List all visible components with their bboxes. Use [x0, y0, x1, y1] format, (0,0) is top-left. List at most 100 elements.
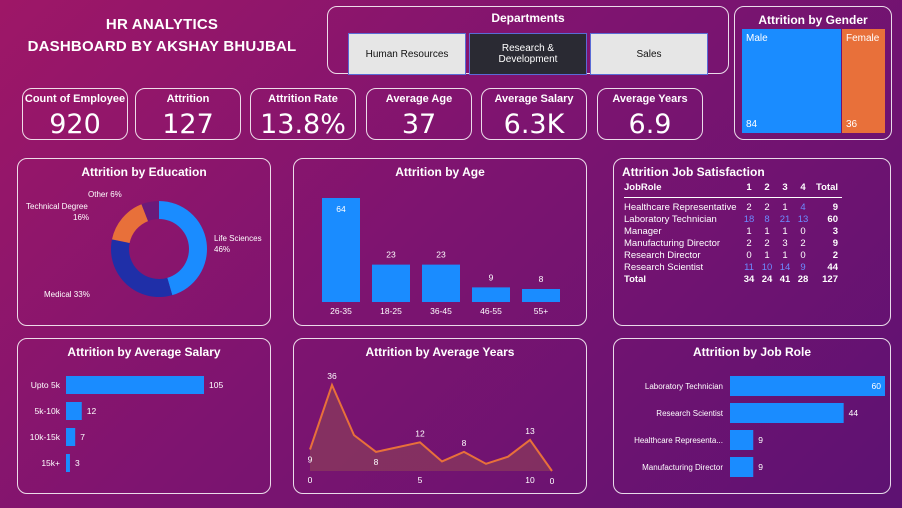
age-bar: [472, 287, 510, 302]
header-3[interactable]: 3: [778, 181, 796, 198]
cell: 0: [800, 250, 806, 261]
header-jobrole[interactable]: JobRole: [624, 181, 742, 198]
jobrole-tick-label: Laboratory Technician: [645, 382, 723, 391]
salary-tick-label: 15k+: [41, 458, 60, 468]
years-data-label: 36: [327, 371, 337, 381]
dept-research-development-button[interactable]: Research & Development: [469, 33, 587, 75]
age-tick-label: 18-25: [380, 306, 402, 316]
kpi-value: 6.3K: [503, 109, 565, 140]
salary-tick-label: 5k-10k: [34, 406, 60, 416]
salary-bar-label: 105: [209, 380, 223, 390]
cell: 8: [764, 214, 770, 225]
cell: 1: [764, 226, 770, 237]
kpi-value: 6.9: [628, 109, 672, 140]
education-label-other: Other 6%: [88, 190, 122, 199]
kpi-average-years: Average Years 6.9: [597, 88, 703, 140]
female-value: 36: [846, 119, 858, 130]
kpi-attrition-rate: Attrition Rate 13.8%: [250, 88, 356, 140]
jobrole-bar-label: 9: [758, 462, 763, 472]
kpi-count-of-employee: Count of Employee 920: [22, 88, 128, 140]
cell: 21: [779, 214, 791, 225]
job-satisfaction-table: JobRole 1 2 3 4 Total Healthcare Represe…: [624, 181, 842, 286]
years-tick-label: 5: [418, 475, 423, 485]
kpi-value: 37: [401, 109, 437, 140]
cell: 1: [782, 202, 788, 213]
attrition-by-years-card: Attrition by Average Years 9 36 8 12 8 13 0 0 5 1…: [293, 338, 587, 494]
kpi-value: 127: [162, 109, 214, 140]
years-area-chart: 9 36 8 12 8 13 0 0 5 10: [308, 371, 555, 486]
cell: Healthcare Representative: [624, 202, 737, 213]
kpi-label: Attrition Rate: [268, 93, 338, 105]
cell: 34: [743, 274, 755, 285]
kpi-label: Average Salary: [494, 93, 574, 105]
table-total-row: Total 34 24 41 28 127: [624, 274, 842, 286]
cell: 2: [832, 250, 838, 261]
title-line-2: DASHBOARD BY AKSHAY BHUJBAL: [27, 38, 297, 55]
education-label-medical: Medical 33%: [44, 290, 90, 299]
attrition-by-salary-card: Attrition by Average Salary Upto 5k 105 5k…: [17, 338, 271, 494]
education-donut-chart: Other 6% Technical Degree 16% Life Scien…: [26, 190, 262, 299]
kpi-value: 13.8%: [260, 109, 346, 140]
donut-slice-technical-degree: [111, 204, 149, 243]
cell: 10: [761, 262, 773, 273]
salary-bar-label: 12: [87, 406, 97, 416]
cell: 0: [800, 226, 806, 237]
years-tick-label: 0: [308, 475, 313, 485]
dept-human-resources-button[interactable]: Human Resources: [348, 33, 466, 75]
years-tick-label: 10: [525, 475, 535, 485]
age-bar: [372, 264, 410, 302]
years-data-label: 12: [415, 428, 425, 438]
education-label-technical: Technical Degree: [26, 202, 88, 211]
salary-bar: [66, 402, 82, 420]
header-4[interactable]: 4: [796, 181, 814, 198]
female-label: Female: [846, 33, 880, 44]
cell: 3: [782, 238, 788, 249]
header-total[interactable]: Total: [814, 181, 842, 198]
table-header-row: JobRole 1 2 3 4 Total: [624, 181, 842, 198]
age-tick-label: 26-35: [330, 306, 352, 316]
gender-title: Attrition by Gender: [758, 13, 868, 27]
table-row: Manager 1 1 1 0 3: [624, 226, 842, 238]
attrition-job-satisfaction-card: Attrition Job Satisfaction JobRole 1 2 3…: [613, 158, 891, 326]
salary-bar-label: 7: [80, 432, 85, 442]
salary-bar: [66, 428, 76, 446]
male-block[interactable]: Male 84: [742, 29, 841, 133]
attrition-by-age-card: Attrition by Age 64 26-35 23 18-25 23 36-45 9 4…: [293, 158, 587, 326]
cell: 9: [832, 238, 838, 249]
kpi-label: Count of Employee: [24, 93, 126, 105]
salary-bar: [66, 454, 70, 472]
cell: 1: [782, 250, 788, 261]
cell: 2: [764, 202, 770, 213]
dept-sales-button[interactable]: Sales: [590, 33, 708, 75]
education-label-technical-pct: 16%: [73, 213, 89, 222]
cell: 0: [746, 250, 752, 261]
dashboard-title: HR ANALYTICS DASHBOARD BY AKSHAY BHUJBAL: [12, 14, 312, 58]
table-row: Research Scientist 11 10 14 9 44: [624, 262, 842, 274]
header-1[interactable]: 1: [742, 181, 760, 198]
kpi-average-salary: Average Salary 6.3K: [481, 88, 587, 140]
age-tick-label: 36-45: [430, 306, 452, 316]
title-line-1: HR ANALYTICS: [105, 16, 219, 33]
jobrole-tick-label: Research Scientist: [656, 409, 723, 418]
cell: 1: [782, 226, 788, 237]
cell: Laboratory Technician: [624, 214, 717, 225]
kpi-value: 920: [49, 109, 101, 140]
kpi-label: Average Years: [612, 93, 688, 105]
attrition-by-jobrole-card: Attrition by Job Role Laboratory Technic…: [613, 338, 891, 494]
cell: 9: [800, 262, 806, 273]
age-tick-label: 55+: [534, 306, 548, 316]
cell: 3: [832, 226, 838, 237]
cell: 127: [822, 274, 838, 285]
cell: 44: [827, 262, 838, 273]
cell: 2: [800, 238, 806, 249]
cell: 4: [800, 202, 806, 213]
table-row: Research Director 0 1 1 0 2: [624, 250, 842, 262]
cell: 9: [832, 202, 838, 213]
table-row: Laboratory Technician 18 8 21 13 60: [624, 214, 842, 226]
cell: 2: [746, 238, 752, 249]
years-data-label: 8: [374, 457, 379, 467]
header-2[interactable]: 2: [760, 181, 778, 198]
female-block[interactable]: Female 36: [842, 29, 885, 133]
cell: Manager: [624, 226, 662, 237]
male-label: Male: [746, 33, 768, 44]
